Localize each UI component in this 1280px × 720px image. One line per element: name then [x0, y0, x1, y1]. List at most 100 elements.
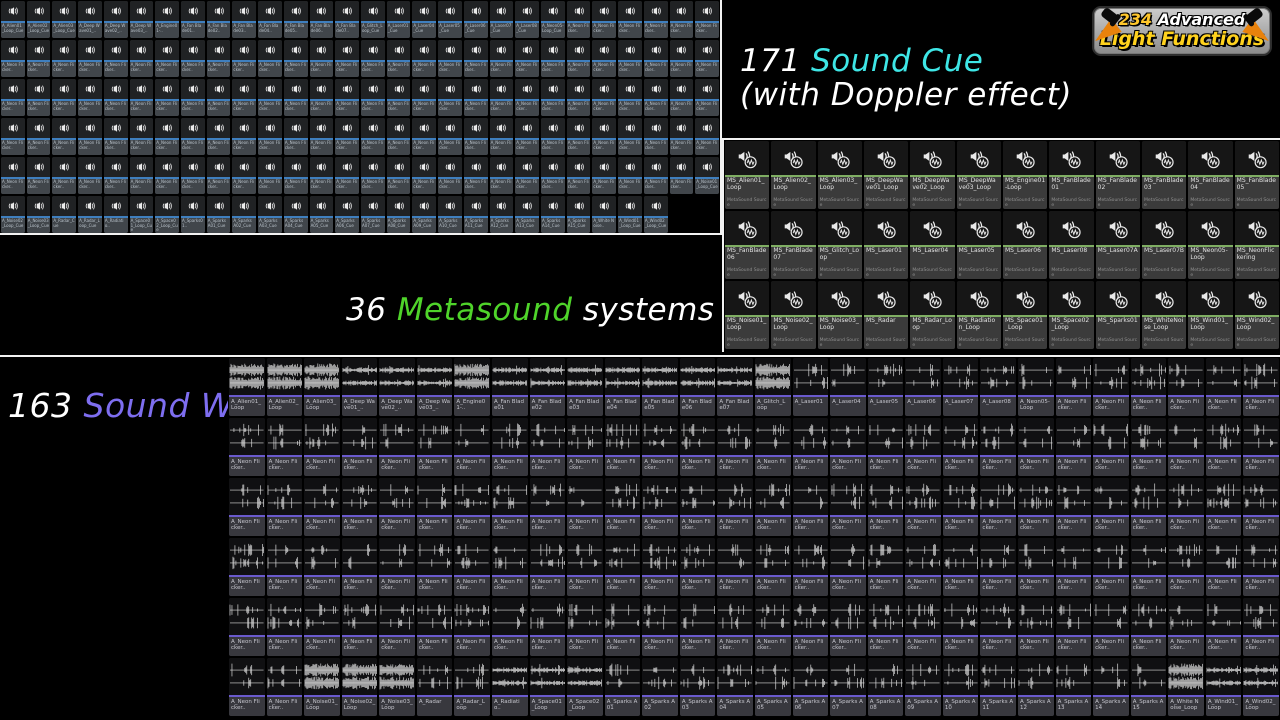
- sound-wave-asset-tile[interactable]: A_Alien03_Loop: [304, 358, 340, 416]
- sound-wave-asset-tile[interactable]: A_Neon Flicker..: [980, 478, 1016, 536]
- metasound-asset-tile[interactable]: MS_Laser01MetaSound Source: [864, 211, 908, 279]
- sound-cue-asset-tile[interactable]: A_Neon Flicker..: [78, 118, 102, 155]
- sound-wave-asset-tile[interactable]: A_Glitch_Loop: [755, 358, 791, 416]
- sound-cue-asset-tile[interactable]: A_Neon Flicker..: [490, 118, 514, 155]
- sound-cue-asset-tile[interactable]: A_Sparks A13_Cue: [515, 196, 539, 233]
- sound-wave-asset-tile[interactable]: A_Neon Flicker..: [1131, 538, 1167, 596]
- sound-wave-asset-tile[interactable]: A_Neon Flicker..: [304, 598, 340, 656]
- sound-wave-asset-tile[interactable]: A_Neon Flicker..: [1093, 478, 1129, 536]
- sound-cue-asset-tile[interactable]: A_Neon Flicker..: [52, 79, 76, 116]
- sound-cue-asset-tile[interactable]: A_Neon Flicker..: [592, 157, 616, 194]
- metasound-asset-tile[interactable]: MS_FanBlade02MetaSound Source: [1096, 141, 1140, 209]
- sound-wave-asset-tile[interactable]: A_Neon Flicker..: [379, 598, 415, 656]
- sound-cue-asset-tile[interactable]: A_Neon Flicker..: [78, 40, 102, 77]
- sound-cue-asset-tile[interactable]: A_Engine01-..: [155, 1, 179, 38]
- sound-cue-asset-tile[interactable]: A_Neon Flicker..: [310, 157, 334, 194]
- sound-wave-asset-tile[interactable]: A_Neon Flicker..: [567, 478, 603, 536]
- sound-wave-asset-tile[interactable]: A_Neon Flicker..: [1056, 538, 1092, 596]
- sound-wave-asset-tile[interactable]: A_Noise02_Loop: [342, 658, 378, 716]
- metasound-asset-tile[interactable]: MS_NeonFlickeringMetaSound Source: [1235, 211, 1279, 279]
- sound-wave-asset-tile[interactable]: A_Neon Flicker..: [680, 598, 716, 656]
- sound-wave-asset-tile[interactable]: A_Fan Blade05: [642, 358, 678, 416]
- sound-cue-asset-tile[interactable]: A_Neon Flicker..: [490, 40, 514, 77]
- sound-cue-asset-tile[interactable]: A_Neon Flicker..: [284, 40, 308, 77]
- sound-cue-asset-tile[interactable]: A_Neon Flicker..: [52, 157, 76, 194]
- sound-wave-asset-tile[interactable]: A_Neon Flicker..: [755, 538, 791, 596]
- sound-wave-asset-tile[interactable]: A_Space01_Loop: [530, 658, 566, 716]
- sound-cue-asset-tile[interactable]: A_Neon Flicker..: [104, 40, 128, 77]
- sound-cue-asset-tile[interactable]: A_Neon Flicker..: [515, 118, 539, 155]
- metasound-asset-tile[interactable]: MS_Neon05-LoopMetaSound Source: [1188, 211, 1232, 279]
- sound-wave-asset-tile[interactable]: A_Neon Flicker..: [417, 598, 453, 656]
- sound-cue-asset-tile[interactable]: A_Neon Flicker..: [27, 157, 51, 194]
- metasound-asset-tile[interactable]: MS_Alien02_LoopMetaSound Source: [771, 141, 815, 209]
- sound-wave-asset-tile[interactable]: A_Neon Flicker..: [492, 538, 528, 596]
- sound-wave-asset-tile[interactable]: A_Sparks A10: [943, 658, 979, 716]
- sound-cue-asset-tile[interactable]: A_Noise03_Loop_Cue: [27, 196, 51, 233]
- sound-cue-asset-tile[interactable]: A_Neon Flicker..: [644, 157, 668, 194]
- sound-cue-asset-tile[interactable]: A_Laser07_Cue: [490, 1, 514, 38]
- sound-cue-asset-tile[interactable]: A_Wind01_Loop_Cue: [618, 196, 642, 233]
- sound-cue-asset-tile[interactable]: A_Neon Flicker..: [1, 79, 25, 116]
- sound-wave-asset-tile[interactable]: A_Neon Flicker..: [868, 538, 904, 596]
- sound-cue-asset-tile[interactable]: A_Neon Flicker..: [258, 118, 282, 155]
- metasound-asset-tile[interactable]: MS_FanBlade07MetaSound Source: [771, 211, 815, 279]
- sound-wave-asset-tile[interactable]: A_Neon Flicker..: [943, 418, 979, 476]
- sound-wave-asset-tile[interactable]: A_Deep Wave02_..: [379, 358, 415, 416]
- sound-wave-asset-tile[interactable]: A_Neon Flicker..: [943, 478, 979, 536]
- sound-cue-asset-tile[interactable]: A_Neon Flicker..: [181, 118, 205, 155]
- sound-cue-asset-tile[interactable]: A_Sparks A07_Cue: [361, 196, 385, 233]
- sound-wave-asset-tile[interactable]: A_Neon Flicker..: [1243, 538, 1279, 596]
- sound-wave-asset-tile[interactable]: A_Neon Flicker..: [530, 598, 566, 656]
- sound-cue-asset-tile[interactable]: A_Neon Flicker..: [1, 118, 25, 155]
- sound-wave-asset-tile[interactable]: A_Neon Flicker..: [342, 538, 378, 596]
- sound-cue-asset-tile[interactable]: A_Neon Flicker..: [284, 79, 308, 116]
- sound-cue-asset-tile[interactable]: A_Neon Flicker..: [130, 79, 154, 116]
- sound-cue-asset-tile[interactable]: A_Wind02_Loop_Cue: [644, 196, 668, 233]
- sound-cue-asset-tile[interactable]: A_Sparks01..: [181, 196, 205, 233]
- sound-wave-asset-tile[interactable]: A_Neon Flicker..: [1093, 418, 1129, 476]
- sound-cue-asset-tile[interactable]: A_Neon Flicker..: [284, 157, 308, 194]
- metasound-asset-tile[interactable]: MS_Laser07BMetaSound Source: [1142, 211, 1186, 279]
- sound-cue-asset-tile[interactable]: A_Neon Flicker..: [207, 79, 231, 116]
- sound-cue-asset-tile[interactable]: A_Neon Flicker..: [644, 40, 668, 77]
- sound-cue-asset-tile[interactable]: A_Neon Flicker..: [567, 40, 591, 77]
- sound-wave-asset-tile[interactable]: A_Neon Flicker..: [793, 418, 829, 476]
- sound-cue-asset-tile[interactable]: A_Fan Blade04..: [258, 1, 282, 38]
- sound-cue-asset-tile[interactable]: A_Fan Blade01..: [181, 1, 205, 38]
- sound-cue-asset-tile[interactable]: A_Neon Flicker..: [310, 40, 334, 77]
- sound-cue-asset-tile[interactable]: A_Neon Flicker..: [695, 40, 719, 77]
- metasound-asset-tile[interactable]: MS_FanBlade04MetaSound Source: [1188, 141, 1232, 209]
- sound-cue-asset-tile[interactable]: A_Fan Blade05..: [284, 1, 308, 38]
- sound-wave-asset-tile[interactable]: A_Neon Flicker..: [229, 598, 265, 656]
- sound-wave-asset-tile[interactable]: A_Neon Flicker..: [492, 598, 528, 656]
- sound-cue-asset-tile[interactable]: A_Neon Flicker..: [490, 157, 514, 194]
- sound-cue-asset-tile[interactable]: A_Neon Flicker..: [644, 118, 668, 155]
- sound-wave-asset-tile[interactable]: A_Neon Flicker..: [1018, 538, 1054, 596]
- sound-wave-asset-tile[interactable]: A_Neon Flicker..: [605, 538, 641, 596]
- sound-wave-asset-tile[interactable]: A_Neon Flicker..: [717, 418, 753, 476]
- sound-cue-asset-tile[interactable]: A_Neon Flicker..: [618, 40, 642, 77]
- sound-cue-asset-tile[interactable]: A_Neon Flicker..: [258, 79, 282, 116]
- sound-cue-asset-tile[interactable]: A_Sparks A15_Cue: [567, 196, 591, 233]
- metasound-asset-tile[interactable]: MS_Alien01_LoopMetaSound Source: [725, 141, 769, 209]
- sound-cue-asset-tile[interactable]: A_Neon Flicker..: [592, 40, 616, 77]
- sound-wave-asset-tile[interactable]: A_Sparks A12: [1018, 658, 1054, 716]
- sound-wave-asset-tile[interactable]: A_White Noise_Loop: [1168, 658, 1204, 716]
- sound-wave-asset-tile[interactable]: A_Neon Flicker..: [417, 418, 453, 476]
- sound-wave-asset-tile[interactable]: A_Neon Flicker..: [304, 538, 340, 596]
- sound-wave-asset-tile[interactable]: A_Neon Flicker..: [905, 418, 941, 476]
- sound-cue-asset-tile[interactable]: A_Neon Flicker..: [567, 79, 591, 116]
- sound-cue-asset-tile[interactable]: A_Neon Flicker..: [335, 118, 359, 155]
- sound-wave-asset-tile[interactable]: A_Neon Flicker..: [793, 538, 829, 596]
- sound-wave-asset-tile[interactable]: A_Neon Flicker..: [755, 418, 791, 476]
- sound-cue-asset-tile[interactable]: A_Neon Flicker..: [695, 79, 719, 116]
- sound-wave-asset-tile[interactable]: A_Fan Blade02: [530, 358, 566, 416]
- sound-wave-asset-tile[interactable]: A_Sparks A15: [1131, 658, 1167, 716]
- sound-wave-asset-tile[interactable]: A_Neon Flicker..: [1131, 358, 1167, 416]
- sound-wave-asset-tile[interactable]: A_Fan Blade07: [717, 358, 753, 416]
- sound-cue-asset-tile[interactable]: A_Neon Flicker..: [670, 1, 694, 38]
- metasound-asset-tile[interactable]: MS_Alien03_LoopMetaSound Source: [818, 141, 862, 209]
- sound-wave-asset-tile[interactable]: A_Wind02_Loop: [1243, 658, 1279, 716]
- sound-cue-asset-tile[interactable]: A_Neon Flicker..: [335, 79, 359, 116]
